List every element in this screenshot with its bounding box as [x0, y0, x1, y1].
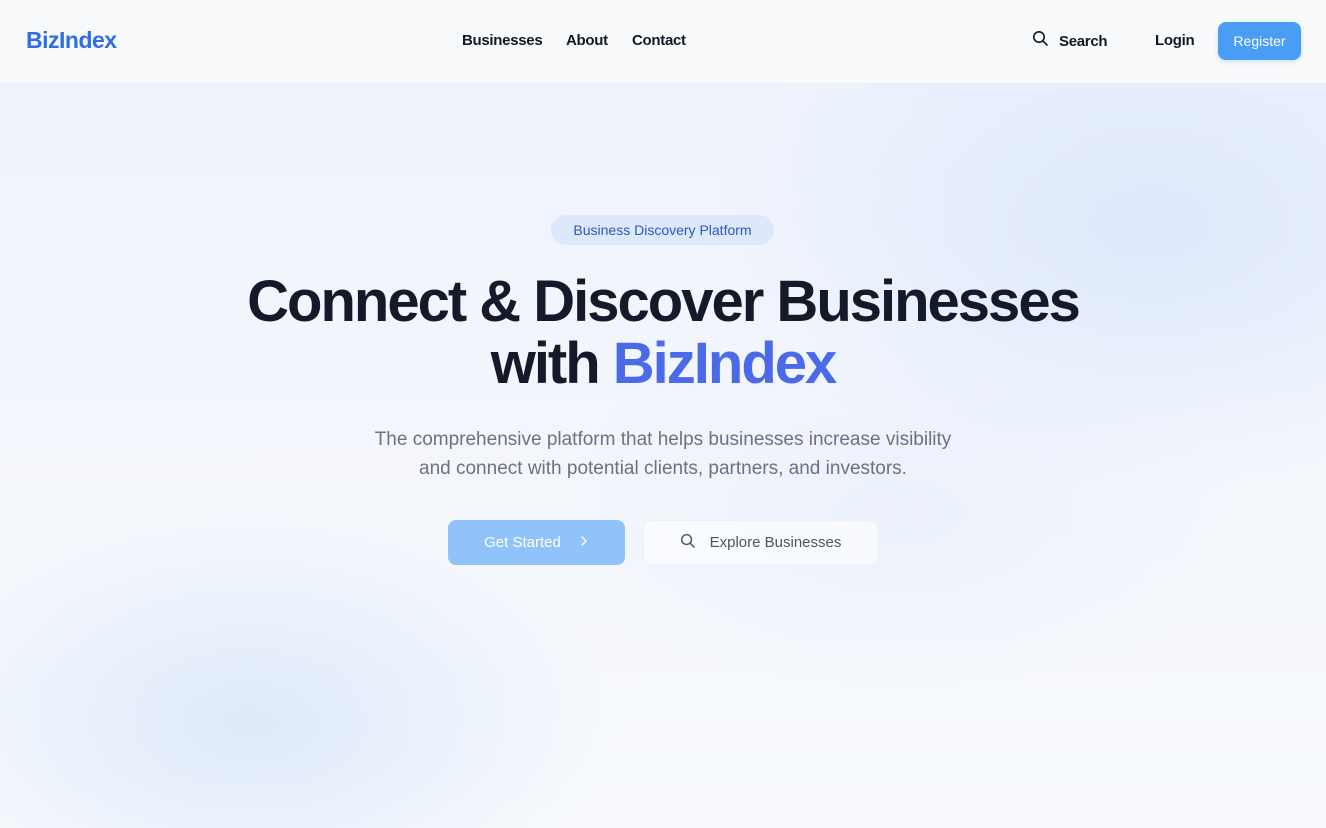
nav-link-businesses[interactable]: Businesses: [462, 32, 543, 49]
hero-section: Business Discovery Platform Connect & Di…: [0, 83, 1326, 828]
get-started-label: Get Started: [484, 534, 561, 551]
headline-prefix: with: [490, 331, 613, 396]
search-icon: [1032, 30, 1049, 52]
explore-businesses-label: Explore Businesses: [709, 534, 842, 551]
nav-link-contact[interactable]: Contact: [632, 32, 686, 49]
search-button[interactable]: Search: [1032, 30, 1108, 52]
nav-link-about[interactable]: About: [566, 32, 608, 49]
subtitle-line-2: and connect with potential clients, part…: [419, 458, 907, 479]
top-navbar: BizIndex Businesses About Contact Search…: [0, 0, 1326, 83]
landing-page: BizIndex Businesses About Contact Search…: [0, 0, 1326, 828]
search-label: Search: [1059, 32, 1108, 50]
hero-subtitle: The comprehensive platform that helps bu…: [0, 425, 1326, 483]
search-icon: [680, 533, 696, 553]
hero-badge: Business Discovery Platform: [551, 215, 774, 245]
headline-brand-accent: BizIndex: [612, 331, 837, 396]
chevron-right-icon: [579, 534, 589, 551]
login-button[interactable]: Login: [1155, 32, 1195, 49]
brand-logo[interactable]: BizIndex: [26, 27, 117, 54]
headline-line-1: Connect & Discover Businesses: [247, 269, 1081, 334]
get-started-button[interactable]: Get Started: [448, 520, 625, 565]
hero-headline: Connect & Discover Businesses with BizIn…: [0, 271, 1326, 395]
register-button[interactable]: Register: [1218, 22, 1301, 60]
subtitle-line-1: The comprehensive platform that helps bu…: [374, 429, 952, 450]
explore-businesses-button[interactable]: Explore Businesses: [643, 520, 878, 565]
